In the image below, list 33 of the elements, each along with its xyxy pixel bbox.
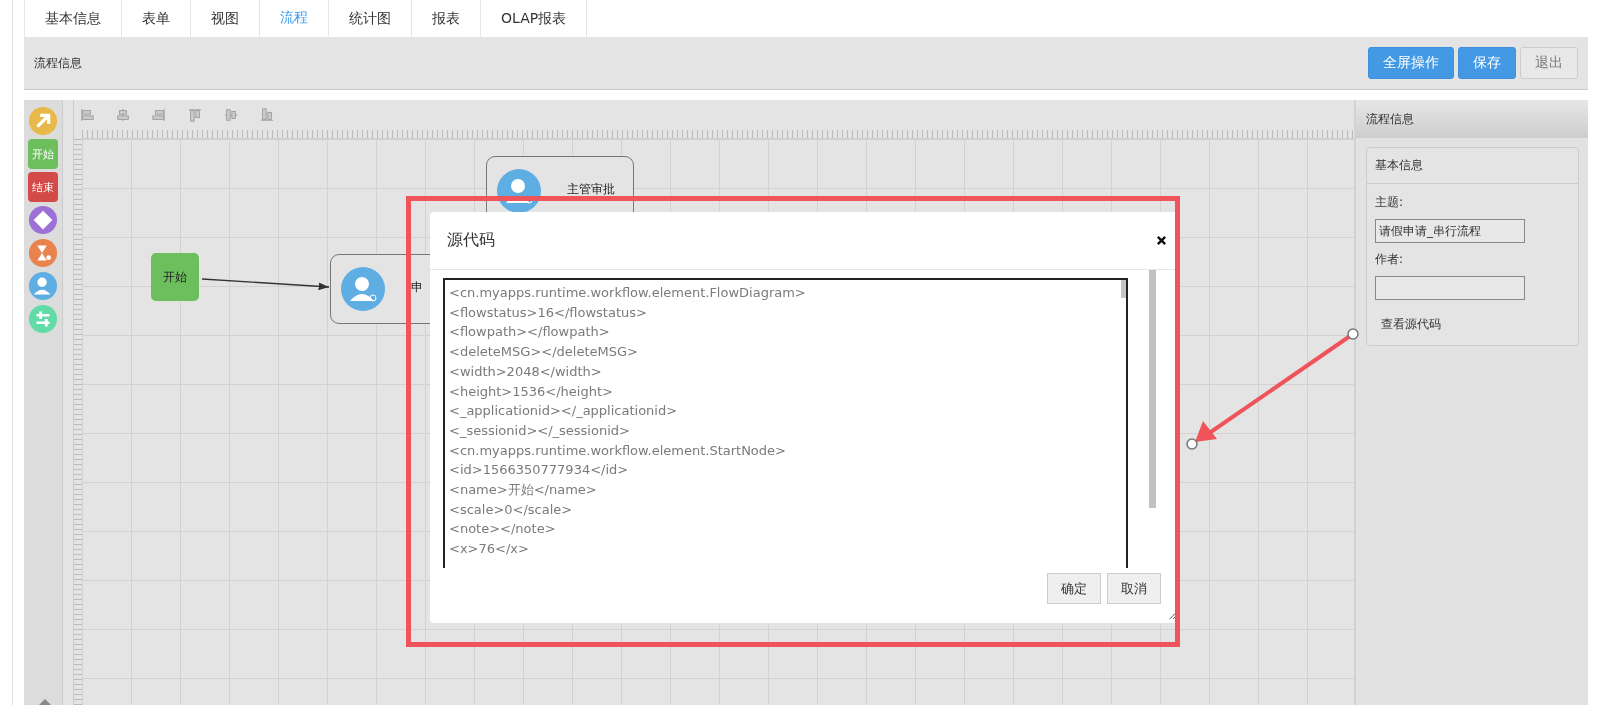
user-tool-icon[interactable]: [28, 271, 58, 301]
user-icon: [341, 267, 385, 311]
align-right-icon[interactable]: [152, 108, 166, 122]
align-middle-icon[interactable]: [224, 108, 238, 122]
input-field[interactable]: 请假申请_串行流程: [1375, 219, 1525, 243]
arrow-tool-icon[interactable]: [28, 106, 58, 136]
field-label: 主题:: [1375, 194, 1404, 211]
header-title: 流程信息: [34, 54, 82, 72]
view-source-link[interactable]: 查看源代码: [1375, 308, 1441, 333]
header-button[interactable]: 退出: [1520, 47, 1578, 79]
field-label: 作者:: [1375, 251, 1404, 268]
align-top-icon[interactable]: [188, 108, 202, 122]
dialog-button[interactable]: 取消: [1107, 573, 1161, 604]
align-left-icon[interactable]: [80, 108, 94, 122]
node-label: 主管审批: [567, 181, 615, 198]
source-code-field[interactable]: <cn.myapps.runtime.workflow.element.FlowDiagram> <flowstatus>16</flowstatus> <flowpath></flowpath> <deleteMSG></deleteMSG> <width>2048</width> <height>1536</height> <_applicationid></_applicationid> <_sessionid></_sessionid> <cn.myapps.runtime.workflow.element.StartNode> <id>1566350777934</id> <name>开始</name> <scale>0</scale> <note></note> <x>76</x>: [443, 278, 1128, 568]
hourglass-tool-icon[interactable]: [28, 238, 58, 268]
align-center-icon[interactable]: [116, 108, 130, 122]
node-label: 申: [411, 279, 423, 296]
end-tool-button[interactable]: 结束: [28, 172, 58, 202]
card-title: 基本信息: [1367, 148, 1578, 184]
scrollbar[interactable]: [1121, 280, 1126, 298]
close-icon[interactable]: [1156, 235, 1167, 246]
dialog-title: 源代码: [447, 230, 495, 251]
align-bottom-icon[interactable]: [260, 108, 274, 122]
resize-grip-icon[interactable]: [1167, 610, 1177, 620]
start-node[interactable]: 开始: [151, 253, 199, 301]
panel-header: 流程信息: [1356, 100, 1588, 138]
dialog-button[interactable]: 确定: [1047, 573, 1101, 604]
sliders-tool-icon[interactable]: [28, 304, 58, 334]
input-field[interactable]: [1375, 276, 1525, 300]
diamond-tool-icon[interactable]: [28, 205, 58, 235]
scrollbar[interactable]: [1149, 270, 1156, 508]
